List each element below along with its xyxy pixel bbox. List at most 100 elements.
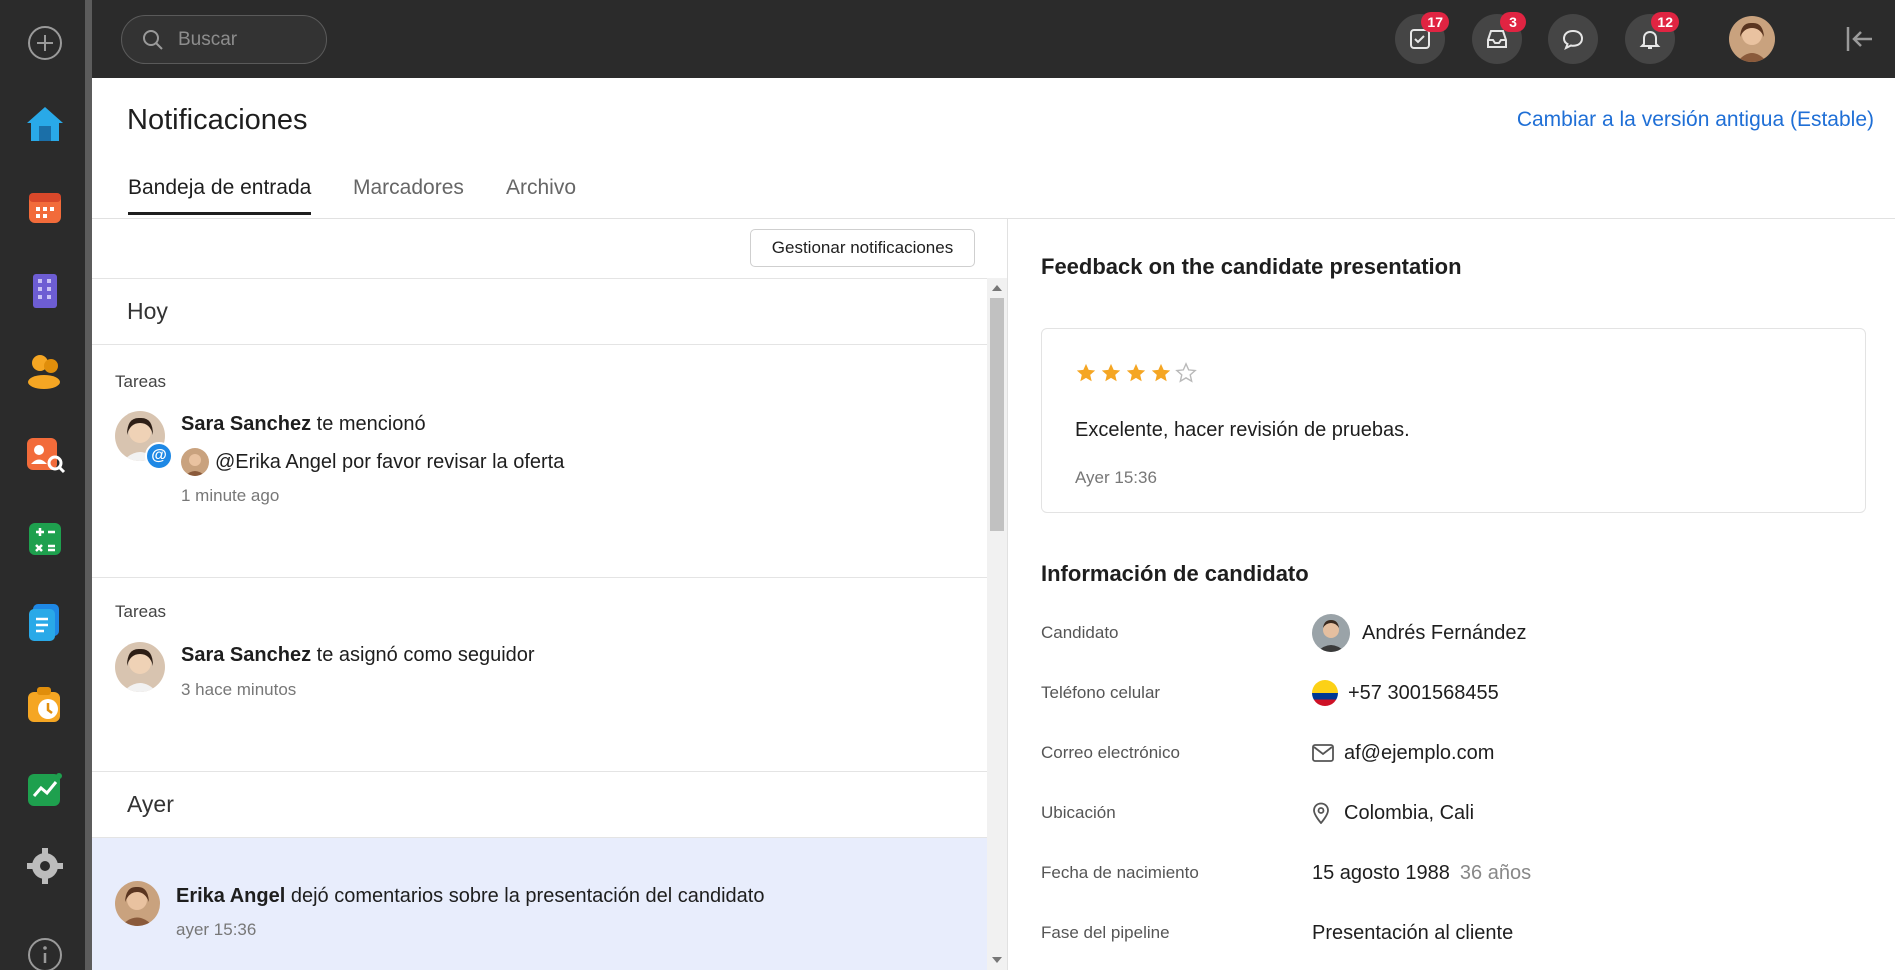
- notification-list: Hoy Tareas @ Sara Sanchez te mencionó @E…: [92, 278, 987, 970]
- star-filled-icon: [1101, 363, 1121, 382]
- pipeline-value: Presentación al cliente: [1312, 922, 1513, 945]
- feedback-time: Ayer 15:36: [1075, 468, 1157, 487]
- search-input[interactable]: Buscar: [121, 15, 327, 64]
- tab-bookmarks[interactable]: Marcadores: [353, 176, 464, 212]
- search-icon: [143, 29, 163, 50]
- candidate-search-icon[interactable]: [22, 431, 68, 477]
- info-value: Presentación al cliente: [1312, 921, 1514, 944]
- chat-icon: [1562, 29, 1584, 51]
- section-today: Hoy: [92, 279, 987, 345]
- tab-inbox[interactable]: Bandeja de entrada: [128, 176, 312, 215]
- info-label: Teléfono celular: [1041, 683, 1161, 702]
- tab-archive[interactable]: Archivo: [506, 176, 576, 212]
- manage-notifications-button[interactable]: Gestionar notificaciones: [750, 229, 975, 267]
- add-icon[interactable]: [22, 20, 68, 66]
- scroll-thumb[interactable]: [990, 298, 1004, 531]
- user-avatar[interactable]: [1729, 16, 1775, 62]
- rail-scrollbar[interactable]: [85, 0, 92, 970]
- info-row-phone: Teléfono celular +57 3001568455: [1041, 673, 1861, 713]
- mail-icon: [1312, 744, 1344, 762]
- info-label: Candidato: [1041, 623, 1119, 642]
- info-row-pipeline: Fase del pipeline Presentación al client…: [1041, 913, 1861, 953]
- feedback-card: Excelente, hacer revisión de pruebas. Ay…: [1041, 328, 1866, 513]
- notifications-button[interactable]: 12: [1625, 12, 1679, 64]
- star-filled-icon: [1126, 363, 1146, 382]
- inbox-badge: 3: [1500, 12, 1526, 32]
- avatar: [115, 642, 165, 692]
- colombia-flag-icon: [1312, 680, 1348, 706]
- mention-icon: @: [145, 442, 173, 470]
- location-pin-icon: [1312, 802, 1344, 824]
- info-value: Colombia, Cali: [1344, 801, 1475, 824]
- notification-category: Tareas: [115, 372, 167, 391]
- switch-version-link[interactable]: Cambiar a la versión antigua (Estable): [1517, 108, 1874, 132]
- rating-stars: [1075, 362, 1197, 384]
- email-value[interactable]: af@ejemplo.com: [1312, 742, 1494, 765]
- page-title: Notificaciones: [127, 104, 308, 136]
- notification-list-panel: Gestionar notificaciones Hoy Tareas @ Sa…: [92, 219, 1007, 970]
- notification-actor: Erika Angel: [176, 885, 286, 907]
- info-label: Fecha de nacimiento: [1041, 863, 1199, 882]
- collapse-sidebar-icon[interactable]: [1844, 24, 1876, 54]
- feedback-title: Feedback on the candidate presentation: [1041, 254, 1462, 279]
- notification-item[interactable]: Tareas @ Sara Sanchez te mencionó @Erika…: [92, 345, 987, 578]
- notification-action: te asignó como seguidor: [311, 644, 535, 666]
- info-label: Ubicación: [1041, 803, 1116, 822]
- info-label: Fase del pipeline: [1041, 923, 1170, 942]
- mini-avatar: [181, 448, 209, 476]
- inbox-button[interactable]: 3: [1472, 12, 1526, 64]
- info-label: Correo electrónico: [1041, 743, 1180, 762]
- star-filled-icon: [1076, 363, 1096, 382]
- phone-value[interactable]: +57 3001568455: [1312, 680, 1499, 706]
- candidate-avatar: [1312, 614, 1350, 652]
- notification-actor: Sara Sanchez: [181, 644, 312, 666]
- chat-button[interactable]: [1548, 14, 1598, 64]
- contacts-icon[interactable]: [22, 348, 68, 394]
- info-icon[interactable]: [22, 932, 68, 970]
- company-icon[interactable]: [22, 267, 68, 313]
- scroll-down-icon[interactable]: [992, 957, 1002, 963]
- info-row-location: Ubicación Colombia, Cali: [1041, 793, 1861, 833]
- settings-icon[interactable]: [22, 843, 68, 889]
- notifications-badge: 12: [1651, 12, 1679, 32]
- notification-detail-panel: Feedback on the candidate presentation E…: [1008, 219, 1895, 970]
- info-value: 15 agosto 1988: [1312, 861, 1450, 884]
- location-value: Colombia, Cali: [1312, 802, 1474, 825]
- notification-item[interactable]: Tareas Sara Sanchez te asignó como segui…: [92, 578, 987, 772]
- info-row-email: Correo electrónico af@ejemplo.com: [1041, 733, 1861, 773]
- age-value: 36 años: [1459, 861, 1532, 884]
- scroll-up-icon[interactable]: [992, 285, 1002, 291]
- tasks-badge: 17: [1421, 12, 1449, 32]
- home-icon[interactable]: [22, 101, 68, 147]
- notification-action: dejó comentarios sobre la presentación d…: [285, 885, 765, 907]
- app-rail: [0, 0, 92, 970]
- tasks-button[interactable]: 17: [1395, 12, 1449, 64]
- info-row-birthdate: Fecha de nacimiento 15 agosto 1988 36 añ…: [1041, 853, 1861, 893]
- info-value: Andrés Fernández: [1362, 621, 1527, 644]
- timesheet-icon[interactable]: [22, 682, 68, 728]
- notification-text: Sara Sanchez te asignó como seguidor: [181, 644, 535, 667]
- notification-category: Tareas: [115, 602, 167, 621]
- candidate-link[interactable]: Andrés Fernández: [1312, 614, 1527, 652]
- notification-text: Erika Angel dejó comentarios sobre la pr…: [176, 885, 765, 908]
- calculator-icon[interactable]: [22, 516, 68, 562]
- notification-item-selected[interactable]: Erika Angel dejó comentarios sobre la pr…: [92, 838, 987, 970]
- search-placeholder: Buscar: [178, 28, 238, 50]
- info-value: af@ejemplo.com: [1344, 741, 1495, 764]
- calendar-icon[interactable]: [22, 184, 68, 230]
- birthdate-value: 15 agosto 1988 36 años: [1312, 862, 1531, 885]
- notification-text: Sara Sanchez te mencionó: [181, 413, 426, 436]
- star-filled-icon: [1151, 363, 1171, 382]
- top-bar: Buscar 17 3 12: [92, 0, 1895, 78]
- notification-detail: @Erika Angel por favor revisar la oferta: [215, 450, 565, 473]
- notification-time: ayer 15:36: [176, 920, 257, 939]
- info-row-candidate: Candidato Andrés Fernández: [1041, 613, 1861, 653]
- notification-actor: Sara Sanchez: [181, 413, 312, 435]
- documents-icon[interactable]: [22, 599, 68, 645]
- analytics-icon[interactable]: [22, 766, 68, 812]
- notification-time: 3 hace minutos: [181, 680, 297, 699]
- tab-bar: Bandeja de entrada Marcadores Archivo: [92, 172, 1895, 219]
- list-scrollbar[interactable]: [987, 278, 1007, 970]
- avatar: [115, 881, 160, 926]
- notification-action: te mencionó: [311, 413, 426, 435]
